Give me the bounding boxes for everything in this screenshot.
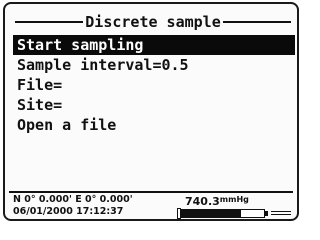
battery-icon (181, 209, 265, 218)
date-time: 06/01/2000 17:12:37 (13, 206, 124, 217)
menu-item-open-file[interactable]: Open a file (13, 115, 295, 135)
instrument-screen: Discrete sample Start sampling Sample in… (3, 2, 299, 221)
menu-item-file[interactable]: File= (13, 75, 295, 95)
menu-item-site[interactable]: Site= (13, 95, 295, 115)
title-rule-right (222, 21, 291, 23)
menu: Start sampling Sample interval=0.5 File=… (13, 35, 295, 135)
battery-level-fill (182, 210, 242, 217)
scale-icon (271, 211, 291, 215)
gps-position: N 0° 0.000' E 0° 0.000' (13, 194, 133, 205)
barometer-unit: mmHg (219, 195, 249, 204)
screen-title-bar: Discrete sample (15, 12, 291, 32)
barometer-value: 740.3 (185, 195, 220, 208)
menu-item-sample-interval[interactable]: Sample interval=0.5 (13, 55, 295, 75)
title-rule-left (15, 21, 84, 23)
status-bar: N 0° 0.000' E 0° 0.000' 06/01/2000 17:12… (13, 194, 295, 219)
battery-tip (265, 211, 268, 216)
screen-title: Discrete sample (85, 13, 221, 31)
status-divider (9, 191, 293, 193)
menu-item-start-sampling[interactable]: Start sampling (13, 35, 295, 55)
barometer-reading: 740.3mmHg (185, 194, 249, 208)
